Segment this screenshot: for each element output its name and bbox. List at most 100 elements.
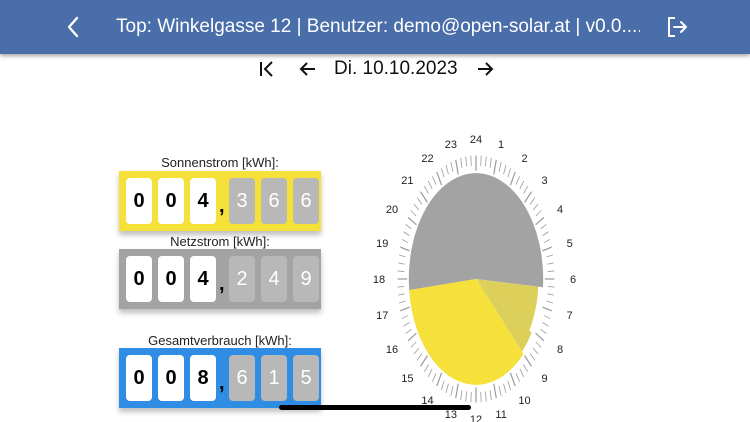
clock-tick <box>397 270 405 272</box>
clock-hour-label: 16 <box>386 344 398 356</box>
clock-tick <box>493 383 497 399</box>
clock-tick <box>398 254 406 258</box>
clock-tick <box>403 231 410 236</box>
clock-tick <box>519 368 525 378</box>
clock-tick <box>547 286 555 288</box>
clock-tick <box>484 391 487 402</box>
clock-tick <box>400 306 410 312</box>
clock-tick <box>498 386 502 397</box>
clock-tick <box>507 380 512 390</box>
clock-tick <box>423 185 429 194</box>
clock-tick <box>523 185 529 194</box>
clock-hour-label: 20 <box>386 204 398 216</box>
clock-tick <box>403 322 410 327</box>
clock-tick <box>503 383 507 394</box>
clock-hour-label: 9 <box>542 373 548 385</box>
clock-tick <box>407 332 417 342</box>
clock-tick <box>515 373 520 382</box>
clock-tick <box>413 347 420 355</box>
clock-tick <box>498 161 502 172</box>
clock-tick <box>450 386 454 397</box>
clock-tick <box>523 364 529 373</box>
clock-tick <box>398 293 405 296</box>
clock-energy-segments <box>408 173 544 385</box>
clock-tick <box>465 391 468 402</box>
clock-tick <box>405 224 412 230</box>
clock-tick <box>532 203 539 211</box>
clock-tick <box>543 238 551 243</box>
clock-hour-label: 1 <box>498 139 504 151</box>
clock-tick <box>410 210 417 217</box>
clock-tick <box>547 270 555 272</box>
clock-tick <box>420 191 428 203</box>
clock-tick <box>515 176 520 185</box>
clock-hour-label: 10 <box>518 395 530 407</box>
clock-tick <box>546 300 554 304</box>
clock-hour-label: 2 <box>521 153 527 165</box>
clock-tick <box>440 380 445 390</box>
clock-tick <box>420 355 428 367</box>
clock-tick <box>535 341 542 348</box>
clock-tick <box>503 164 507 175</box>
clock-tick <box>436 372 443 387</box>
clock-tick <box>423 364 429 373</box>
clock-tick <box>489 390 492 401</box>
clock-tick <box>484 156 487 167</box>
clock-tick <box>532 347 539 355</box>
clock-hour-label: 19 <box>376 238 388 250</box>
clock-hour-label: 18 <box>373 274 385 286</box>
clock-tick <box>493 159 497 175</box>
clock-tick <box>400 246 410 252</box>
clock-tick <box>416 353 423 361</box>
clock-tick <box>401 315 409 320</box>
clock-hour-label: 13 <box>445 409 457 421</box>
clock-tick <box>524 191 532 203</box>
clock-hour-label: 15 <box>401 373 413 385</box>
clock-tick <box>535 216 545 226</box>
clock-tick <box>398 262 405 265</box>
clock-tick <box>542 322 549 327</box>
clock-hour-label: 8 <box>557 344 563 356</box>
clock-hour-label: 24 <box>470 134 482 146</box>
clock-hour-label: 6 <box>570 274 576 286</box>
clock-tick <box>436 171 443 186</box>
clock-hour-label: 4 <box>557 204 563 216</box>
clock-tick <box>432 176 437 185</box>
clock-tick <box>529 197 536 205</box>
clock-tick <box>542 306 552 312</box>
clock-tick <box>529 353 536 361</box>
clock-tick <box>427 368 433 378</box>
daily-energy-clock-chart: 1234567891011121314151617181920212223 24 <box>373 134 576 422</box>
clock-hour-label: 7 <box>567 310 573 322</box>
clock-tick <box>445 383 449 394</box>
clock-hour-label: 11 <box>495 409 506 421</box>
clock-tick <box>535 332 545 342</box>
clock-tick <box>509 171 516 186</box>
clock-tick <box>543 315 551 320</box>
clock-tick <box>489 157 492 168</box>
clock-tick <box>455 159 459 175</box>
clock-hour-label: 12 <box>470 414 482 422</box>
clock-hour-label: 21 <box>401 175 413 187</box>
clock-tick <box>542 231 549 236</box>
clock-hour-label: 5 <box>567 238 573 250</box>
clock-tick <box>450 161 454 172</box>
clock-tick <box>401 238 409 243</box>
clock-tick <box>540 328 547 334</box>
clock-tick <box>432 373 437 382</box>
grid-power-segment <box>408 173 544 291</box>
clock-tick <box>546 254 554 258</box>
clock-tick <box>416 197 423 205</box>
clock-tick <box>445 164 449 175</box>
clock-tick <box>509 372 516 387</box>
clock-tick <box>397 286 405 288</box>
clock-tick <box>540 224 547 230</box>
clock-tick <box>460 157 463 168</box>
clock-hour-label: 17 <box>376 310 388 322</box>
clock-tick <box>410 341 417 348</box>
clock-tick <box>405 328 412 334</box>
clock-hour-label: 23 <box>445 139 457 151</box>
clock-tick <box>427 180 433 190</box>
clock-hour-label: 22 <box>421 153 433 165</box>
clock-tick <box>542 246 552 252</box>
